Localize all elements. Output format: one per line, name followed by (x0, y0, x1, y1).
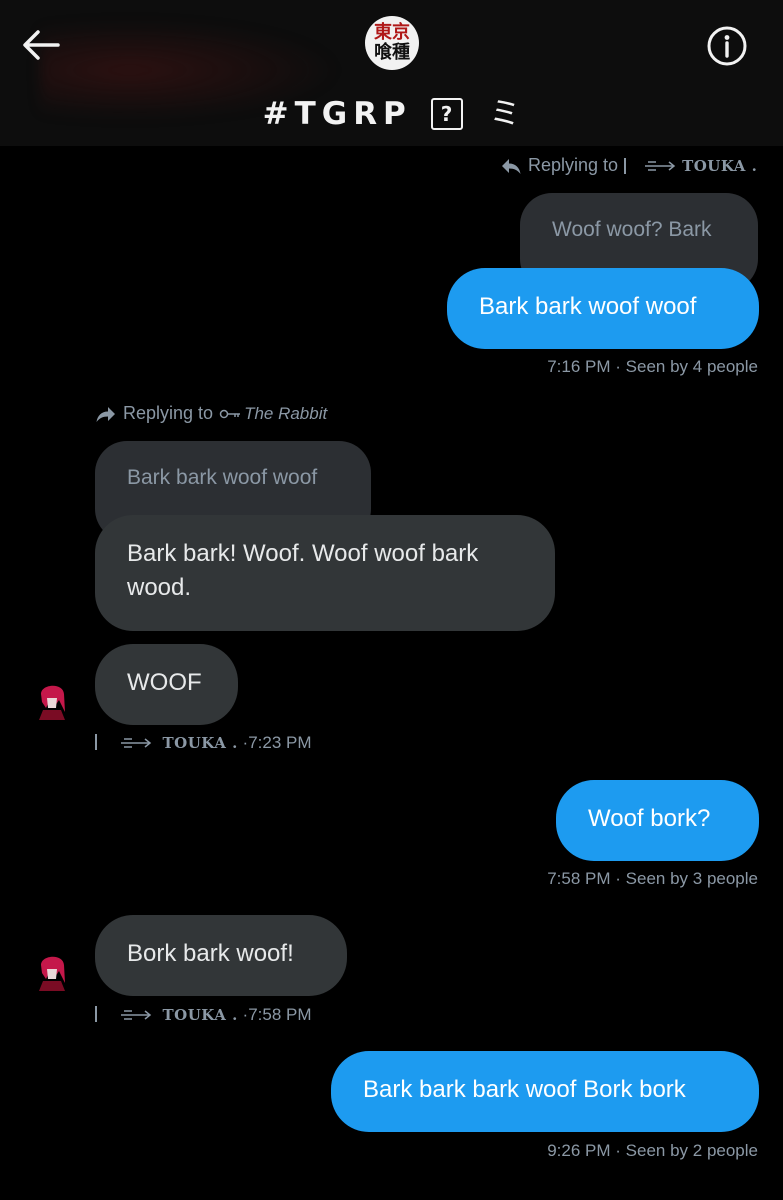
quoted-message-text: Bark bark woof woof (127, 466, 318, 489)
reply-prefix: Replying to (123, 403, 214, 423)
reply-arrow-icon (96, 406, 115, 422)
message-time: 7:16 PM (547, 357, 611, 376)
sender-name[interactable]: TOUKA . (162, 1006, 237, 1024)
meta-separator: · (615, 357, 621, 376)
meta-separator: · (615, 869, 621, 888)
sender-avatar[interactable] (37, 951, 67, 991)
message-text: Woof bork? (588, 805, 711, 832)
reply-arrow-icon (502, 158, 521, 174)
arrow-decoration-icon (120, 738, 151, 748)
message-text: Bark bark bark woof Bork bork (363, 1076, 686, 1103)
message-time: 9:26 PM (547, 1141, 611, 1160)
back-button[interactable] (20, 26, 62, 64)
sender-name[interactable]: TOUKA . (162, 734, 237, 752)
message-meta: TOUKA . ·7:58 PM (95, 1005, 312, 1025)
group-title-trailing-glyph: ミ (489, 96, 521, 132)
quoted-message-text: Woof woof? Bark (552, 218, 712, 241)
message-meta: 7:16 PM · Seen by 4 people (547, 357, 758, 377)
arrow-decoration-icon (645, 160, 676, 171)
reply-context: Replying to TOUKA . (500, 155, 757, 176)
group-title: #TGRP ? ミ (0, 88, 783, 133)
sent-message-bubble[interactable]: Bark bark bark woof Bork bork (331, 1051, 759, 1132)
reply-target[interactable]: TOUKA . (682, 157, 757, 175)
chat-header: 東京 喰種 #TGRP ? ミ (0, 0, 783, 146)
group-avatar[interactable]: 東京 喰種 (365, 16, 419, 70)
received-message-bubble[interactable]: Bork bark woof! (95, 915, 347, 996)
group-avatar-text-bottom: 喰種 (374, 42, 410, 63)
message-meta: 9:26 PM · Seen by 2 people (547, 1141, 758, 1161)
message-time: 7:58 PM (547, 869, 611, 888)
message-meta: TOUKA . ·7:23 PM (95, 733, 312, 753)
message-text: Bork bark woof! (127, 940, 294, 967)
reply-target[interactable]: The Rabbit (244, 404, 327, 424)
received-message-bubble[interactable]: Bark bark! Woof. Woof woof bark wood. (95, 515, 555, 631)
seen-status: Seen by 4 people (625, 357, 758, 376)
arrow-left-icon (23, 30, 60, 60)
sent-message-bubble[interactable]: Bark bark woof woof (447, 268, 759, 349)
seen-status: Seen by 2 people (625, 1141, 758, 1160)
meta-separator: · (615, 1141, 621, 1160)
arrow-decoration-icon (120, 1010, 151, 1020)
avatar-icon (37, 680, 67, 720)
reply-prefix: Replying to (528, 155, 619, 175)
info-circle-icon (707, 26, 747, 66)
message-text: Bark bark woof woof (479, 293, 697, 320)
seen-status: Seen by 3 people (625, 869, 758, 888)
message-text: Bark bark! Woof. Woof woof bark wood. (127, 540, 479, 601)
info-button[interactable] (703, 22, 751, 70)
message-meta: 7:58 PM · Seen by 3 people (547, 869, 758, 889)
divider (624, 157, 627, 174)
received-message-bubble[interactable]: WOOF (95, 644, 238, 725)
sender-avatar[interactable] (37, 680, 67, 720)
divider (95, 1006, 97, 1022)
reply-context: Replying to The Rabbit (95, 403, 327, 424)
message-text: WOOF (127, 669, 202, 696)
group-avatar-text-top: 東京 (374, 22, 410, 43)
message-time: 7:23 PM (248, 733, 312, 752)
message-time: 7:58 PM (248, 1005, 312, 1024)
avatar-icon (37, 951, 67, 991)
divider (95, 734, 97, 750)
key-icon (219, 409, 241, 418)
sent-message-bubble[interactable]: Woof bork? (556, 780, 759, 861)
group-title-box-glyph: ? (430, 98, 463, 130)
group-title-text: #TGRP (262, 96, 412, 132)
